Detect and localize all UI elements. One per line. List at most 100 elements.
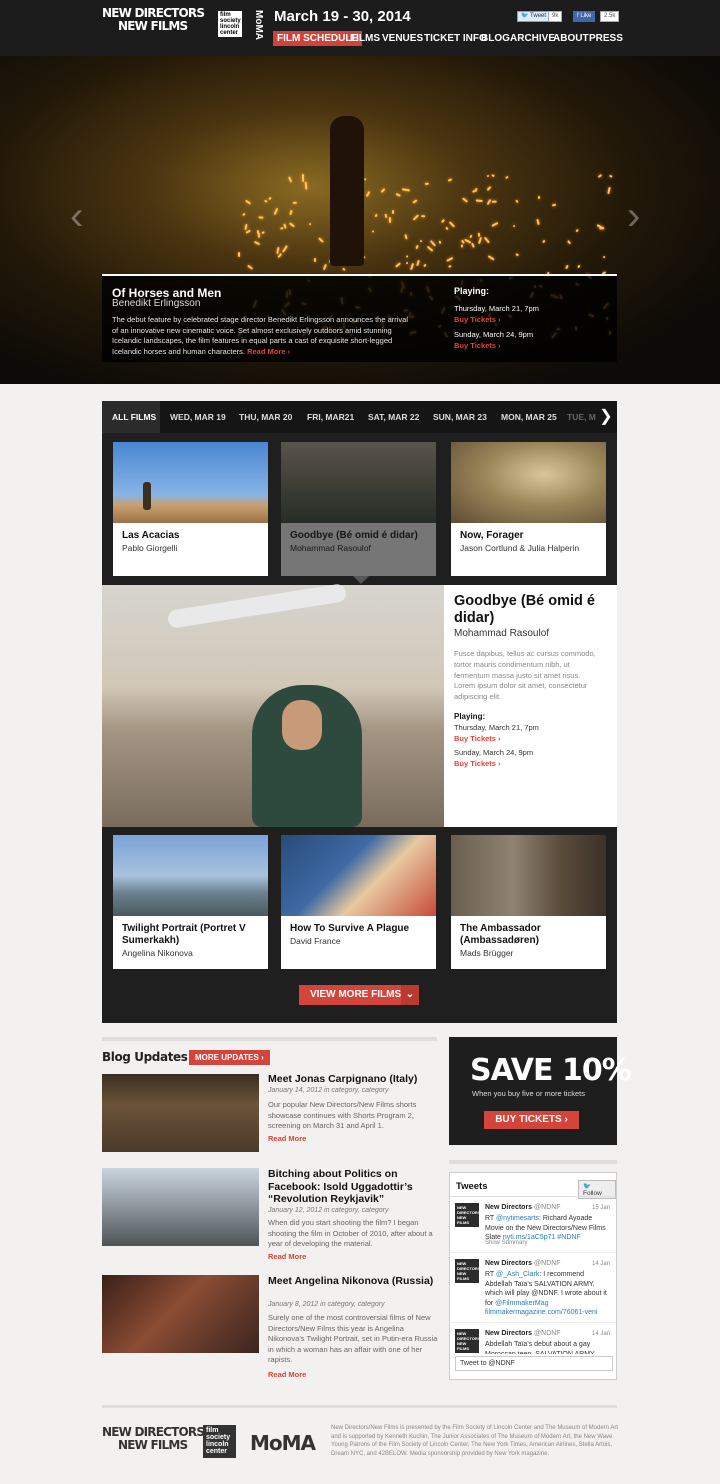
tab-mon-mar-25[interactable]: MON, MAR 25 [501, 401, 557, 433]
blog-post-meta: January 14, 2012 in category, category [268, 1087, 389, 1094]
featured-description: Fusce dapibus, tellus ac cursus commodo,… [454, 649, 596, 702]
film-title: The Ambassador (Ambassadøren) [460, 923, 541, 946]
film-card-goodbye-selected[interactable]: Goodbye (Bé omid é didar) Mohammad Rasou… [281, 442, 436, 576]
film-card-the-ambassador[interactable]: The Ambassador (Ambassadøren) Mads Brügg… [451, 835, 606, 969]
buy-tickets-button[interactable]: BUY TICKETS › [484, 1111, 579, 1129]
tweet-button[interactable]: 🐦 Tweet [517, 11, 551, 22]
spark [574, 228, 579, 233]
like-button[interactable]: f Like [573, 11, 596, 22]
save-promo: SAVE 10% When you buy five or more ticke… [449, 1037, 632, 1145]
hero-read-more-link[interactable]: Read More › [247, 347, 290, 356]
hero-prev-arrow-icon[interactable]: ‹ [70, 196, 83, 236]
facebook-icon: f [577, 13, 579, 19]
nav-about[interactable]: ABOUT [553, 31, 589, 46]
tab-thu-mar-20[interactable]: THU, MAR 20 [239, 401, 292, 433]
tweet-mention-link[interactable]: @nytimesarts [496, 1215, 539, 1222]
tweet-handle: @NDNF [534, 1260, 561, 1267]
spark [371, 229, 374, 233]
film-card-how-to-survive-a-plague[interactable]: How To Survive A Plague David France [281, 835, 436, 969]
spark [405, 261, 409, 265]
nav-venues[interactable]: VENUES [382, 31, 423, 46]
footer-fslc-logo[interactable]: film society lincoln center [203, 1425, 236, 1458]
view-more-films-button[interactable]: VIEW MORE FILMS ⌄ [299, 985, 419, 1005]
nav-films[interactable]: FILMS [350, 31, 380, 46]
tweet-to-input[interactable]: Tweet to @NDNF [455, 1356, 613, 1371]
spark [477, 237, 482, 245]
tweet-link[interactable]: @FilmmakerMag filmmakermagazine.com/7606… [485, 1300, 597, 1317]
nav-ticket-info[interactable]: TICKET INFO [424, 31, 487, 46]
spark [244, 223, 248, 230]
tab-all-films[interactable]: ALL FILMS [102, 401, 160, 433]
film-card-las-acacias[interactable]: Las Acacias Pablo Giorgelli [113, 442, 268, 576]
spark [486, 174, 490, 178]
footer-ndnf-logo[interactable]: New Directors New Films [102, 1426, 205, 1452]
spark [245, 229, 252, 234]
spark [470, 242, 475, 248]
tweet-author[interactable]: New Directors @NDNF [485, 1204, 561, 1211]
film-thumbnail [451, 442, 606, 523]
ndnf-logo[interactable]: New Directors New Films [102, 7, 205, 33]
blog-read-more-link[interactable]: Read More [268, 1370, 306, 1379]
spark [448, 264, 453, 268]
nav-blog[interactable]: BLOG [481, 31, 510, 46]
fslc-word: center [220, 30, 239, 36]
blog-post-image[interactable] [102, 1074, 259, 1152]
spark [475, 199, 484, 203]
more-updates-button[interactable]: MORE UPDATES › [189, 1050, 270, 1065]
featured-buy-tickets-link[interactable]: Buy Tickets › [454, 734, 501, 743]
tab-tue[interactable]: TUE, M [567, 401, 596, 433]
tabs-next-arrow-icon[interactable]: ❯ [595, 401, 617, 433]
featured-showtime: Thursday, March 21, 7pm [454, 723, 539, 732]
tweet-author[interactable]: New Directors @NDNF [485, 1330, 561, 1337]
tab-sun-mar-23[interactable]: SUN, MAR 23 [433, 401, 487, 433]
hero-buy-tickets-link[interactable]: Buy Tickets › [454, 315, 501, 324]
blog-post-image[interactable] [102, 1275, 259, 1353]
avatar[interactable]: NEW DIRECTORS NEW FILMS [455, 1259, 480, 1283]
tweet-author[interactable]: New Directors @NDNF [485, 1260, 561, 1267]
blog-read-more-link[interactable]: Read More [268, 1134, 306, 1143]
blog-read-more-link[interactable]: Read More [268, 1252, 306, 1261]
film-thumbnail [281, 442, 436, 523]
spark [281, 245, 288, 253]
avatar[interactable]: NEW DIRECTORS NEW FILMS [455, 1203, 480, 1227]
spark [515, 199, 520, 203]
nav-film-schedule[interactable]: FILM SCHEDULE [273, 31, 363, 46]
blog-post-title[interactable]: Meet Angelina Nikonova (Russia) [268, 1275, 436, 1288]
tab-wed-mar-19[interactable]: WED, MAR 19 [170, 401, 226, 433]
spark [415, 244, 420, 250]
footer-moma-logo[interactable]: MoMA [250, 1431, 316, 1455]
nav-archive[interactable]: ARCHIVE [510, 31, 555, 46]
film-card-now-forager[interactable]: Now, Forager Jason Cortlund & Julia Halp… [451, 442, 606, 576]
blog-post-title[interactable]: Bitching about Politics on Facebook: Iso… [268, 1168, 436, 1206]
spark [491, 200, 498, 204]
film-director: Mads Brügger [460, 948, 514, 958]
tab-sat-mar-22[interactable]: SAT, MAR 22 [368, 401, 419, 433]
spark [505, 176, 509, 180]
film-card-twilight-portrait[interactable]: Twilight Portrait (Portret V Sumerkakh) … [113, 835, 268, 969]
nav-press[interactable]: PRESS [589, 31, 623, 46]
save-subline: When you buy five or more tickets [472, 1089, 585, 1098]
avatar[interactable]: NEW DIRECTORS NEW FILMS [455, 1329, 480, 1353]
show-summary-link[interactable]: Show Summary [485, 1240, 527, 1246]
logo-line-2: New Films [118, 1438, 188, 1452]
hero-next-arrow-icon[interactable]: › [627, 196, 640, 236]
blog-post-meta: January 8, 2012 in category, category [268, 1301, 385, 1308]
blog-post-image[interactable] [102, 1168, 259, 1246]
hero-buy-tickets-link[interactable]: Buy Tickets › [454, 341, 501, 350]
spark [268, 196, 272, 201]
featured-buy-tickets-link[interactable]: Buy Tickets › [454, 759, 501, 768]
tab-fri-mar-21[interactable]: FRI, MAR21 [307, 401, 354, 433]
featured-playing-label: Playing: [454, 712, 486, 721]
tweet-mention-link[interactable]: @_Ash_Clark [496, 1271, 539, 1278]
tweet-text: RT @_Ash_Clark: I recommend Abdellah Taï… [485, 1270, 611, 1318]
spark [261, 230, 266, 235]
spark [424, 183, 429, 186]
blog-post-excerpt: Our popular New Directors/New Films shor… [268, 1100, 417, 1130]
tweet-text: Abdellah Taïa’s debut about a gay Morocc… [485, 1341, 596, 1354]
fslc-logo[interactable]: film society lincoln center [218, 11, 242, 37]
film-title: Goodbye (Bé omid é didar) [290, 530, 418, 541]
spark [406, 254, 409, 258]
moma-logo[interactable]: MoMA [253, 10, 264, 40]
blog-post-title[interactable]: Meet Jonas Carpignano (Italy) [268, 1073, 438, 1086]
fslc-word: lincoln [206, 1441, 229, 1448]
